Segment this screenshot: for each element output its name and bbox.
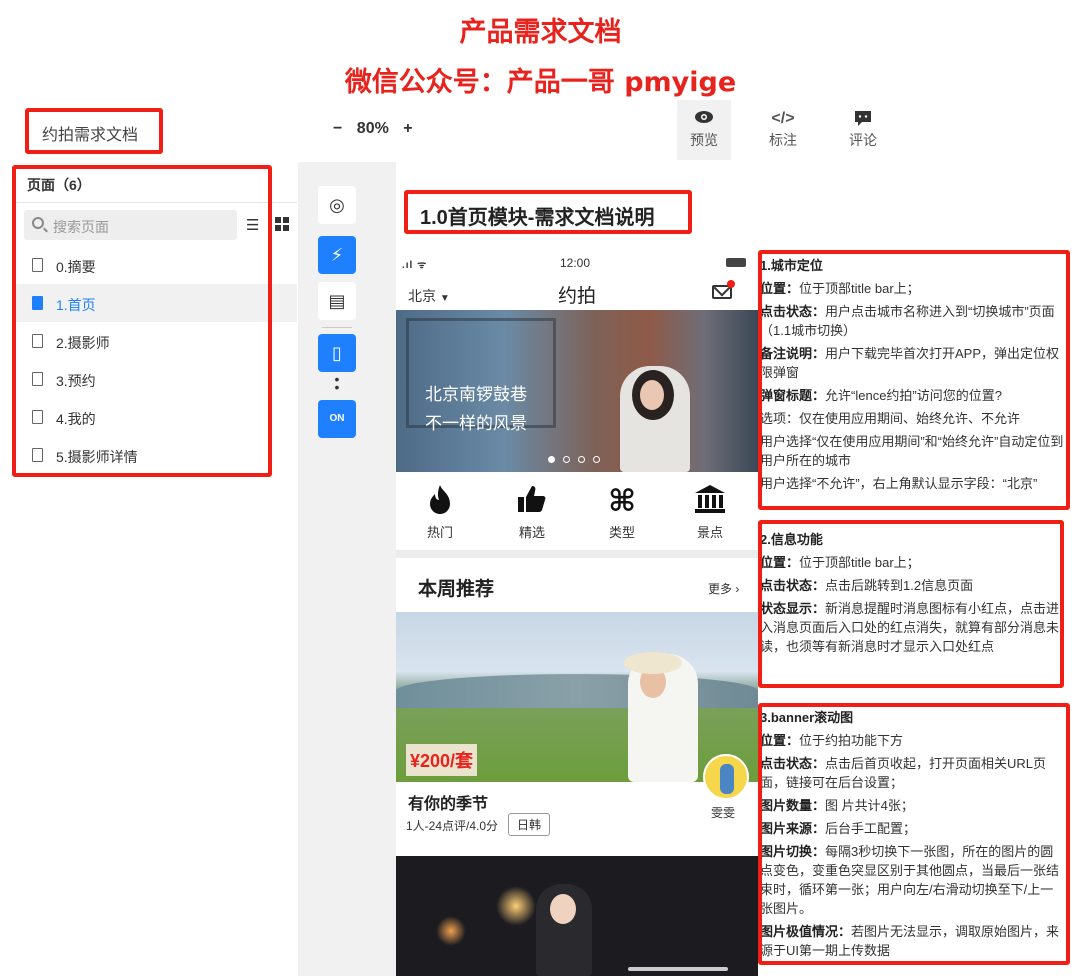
annotate-label: 标注 (769, 132, 797, 148)
comment-tool[interactable]: 评论 (836, 100, 890, 160)
more-icon[interactable]: • • (318, 372, 356, 394)
annotation-box (404, 190, 692, 234)
category-types[interactable]: ⌘ 类型 (592, 484, 652, 541)
price-badge: ¥200/套 (406, 744, 478, 776)
category-featured[interactable]: 精选 (502, 484, 562, 541)
recommendation-card-image[interactable]: ¥200/套 (396, 612, 758, 782)
category-label: 景点 (696, 525, 723, 540)
bokeh-light (496, 886, 536, 926)
app-title: 约拍 (557, 286, 596, 307)
grid-view-icon[interactable] (275, 217, 289, 231)
category-label: 精选 (518, 525, 545, 540)
style-tag: 日韩 (508, 813, 551, 836)
lightning-icon[interactable]: ⚡ (318, 236, 356, 274)
landmark-icon (680, 484, 740, 522)
comment-label: 评论 (849, 132, 877, 148)
command-icon: ⌘ (608, 485, 636, 518)
canvas-toolbar: ◎ ⚡ ▤ ▯ • • ON (318, 182, 356, 442)
card-photo-face (550, 894, 576, 924)
city-name: 北京 (408, 288, 436, 304)
category-label: 类型 (608, 525, 635, 540)
bokeh-light (436, 916, 466, 946)
annotation-box (25, 108, 163, 154)
card-photo-hat (624, 652, 682, 674)
mountains (396, 674, 758, 708)
zoom-level: 80% (356, 120, 389, 137)
home-indicator (628, 967, 728, 971)
thumbs-up-icon (502, 484, 562, 522)
divider (396, 550, 758, 558)
unread-dot (727, 280, 735, 288)
status-time: 12:00 (560, 256, 591, 270)
fire-icon (410, 484, 470, 522)
preview-label: 预览 (690, 132, 718, 148)
banner-carousel[interactable]: 北京南锣鼓巷 不一样的风景 (396, 310, 758, 472)
more-link[interactable]: 更多 › (708, 580, 739, 597)
toggle-on-icon[interactable]: ON (318, 400, 356, 438)
annotation-box (12, 165, 272, 477)
section-title: 本周推荐 (418, 579, 495, 600)
caret-down-icon: ▼ (439, 293, 450, 304)
annotation-box (758, 520, 1064, 688)
doc-subtitle: 微信公众号：产品一哥 pmyige (344, 67, 737, 98)
doc-title: 产品需求文档 (459, 17, 622, 48)
annotation-box (758, 703, 1070, 965)
banner-caption-1: 北京南锣鼓巷 (425, 385, 527, 404)
eye-icon (677, 100, 731, 130)
category-attractions[interactable]: 景点 (680, 484, 740, 541)
title-bar: 约拍 北京 ▼ (396, 278, 758, 310)
status-bar: .ıl ᯤ 12:00 (396, 246, 758, 278)
category-hot[interactable]: 热门 (410, 484, 470, 541)
notes-icon[interactable]: ▤ (318, 282, 356, 320)
battery-icon (726, 258, 746, 267)
target-icon[interactable]: ◎ (318, 186, 356, 224)
signal-icon: .ıl ᯤ (402, 260, 428, 271)
annotation-box (758, 250, 1070, 510)
mobile-icon[interactable]: ▯ (318, 334, 356, 372)
carousel-dots (548, 450, 608, 468)
category-label: 热门 (426, 525, 453, 540)
phone-mockup: .ıl ᯤ 12:00 约拍 北京 ▼ 北京南锣鼓巷 不一样的风景 热门 精选 … (396, 246, 758, 976)
zoom-out-button[interactable]: − (333, 120, 342, 138)
banner-photo-face (640, 380, 664, 410)
annotate-tool[interactable]: </> 标注 (756, 100, 810, 160)
card-title: 有你的季节 (408, 796, 489, 813)
divider (322, 327, 352, 328)
preview-tool[interactable]: 预览 (677, 100, 731, 160)
banner-caption-2: 不一样的风景 (425, 414, 527, 433)
card-meta: 1人-24点评/4.0分 (406, 819, 499, 833)
zoom-control: − 80% + (333, 120, 423, 138)
recommendation-card-image-2[interactable] (396, 856, 758, 976)
comment-icon (836, 100, 890, 130)
photographer-avatar[interactable] (703, 754, 749, 800)
city-selector[interactable]: 北京 ▼ (408, 286, 450, 306)
photographer-name: 雯雯 (711, 806, 736, 820)
code-icon: </> (771, 110, 795, 127)
zoom-in-button[interactable]: + (403, 120, 412, 138)
